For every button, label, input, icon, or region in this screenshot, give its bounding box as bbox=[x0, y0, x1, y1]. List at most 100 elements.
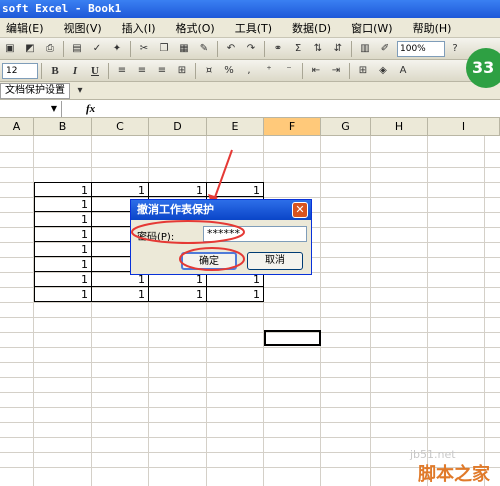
research-icon[interactable]: ✦ bbox=[108, 40, 126, 58]
password-label: 密码(P): bbox=[137, 232, 175, 243]
print-preview-icon[interactable]: ▤ bbox=[68, 40, 86, 58]
chevron-down-icon[interactable]: ▼ bbox=[51, 104, 57, 113]
percent-button[interactable]: % bbox=[220, 62, 238, 80]
gridline bbox=[427, 136, 428, 486]
ok-button[interactable]: 确定 bbox=[181, 252, 237, 270]
fill-color-icon[interactable]: ◈ bbox=[374, 62, 392, 80]
gridline bbox=[0, 362, 500, 363]
paste-icon[interactable]: ▦ bbox=[175, 40, 193, 58]
table-cell[interactable]: 1 bbox=[34, 257, 92, 272]
active-cell[interactable] bbox=[264, 330, 321, 346]
copy-icon[interactable]: ❐ bbox=[155, 40, 173, 58]
sort-ascending-icon[interactable]: ⇅ bbox=[309, 40, 327, 58]
column-header-f[interactable]: F bbox=[264, 118, 321, 136]
table-cell[interactable]: 1 bbox=[34, 287, 92, 302]
window-title: soft Excel - Book1 bbox=[0, 0, 500, 18]
spreadsheet-grid[interactable]: A B C D E F G H I 11111111111111111 bbox=[0, 118, 500, 486]
decrease-indent-icon[interactable]: ⇤ bbox=[307, 62, 325, 80]
toolbar-separator bbox=[349, 62, 350, 79]
autosum-icon[interactable]: Σ bbox=[289, 40, 307, 58]
comma-style-icon[interactable]: , bbox=[240, 62, 258, 80]
menu-insert[interactable]: 插入(I) bbox=[112, 20, 166, 36]
close-icon[interactable]: ✕ bbox=[292, 202, 308, 218]
password-input[interactable]: ****** bbox=[203, 226, 307, 242]
table-cell[interactable]: 1 bbox=[34, 227, 92, 242]
hyperlink-icon[interactable]: ⚭ bbox=[269, 40, 287, 58]
gridline bbox=[0, 332, 500, 333]
table-cell[interactable]: 1 bbox=[92, 287, 149, 302]
protection-toolbar: 文档保护设置 ▾ bbox=[0, 82, 500, 100]
spelling-icon[interactable]: ✓ bbox=[88, 40, 106, 58]
toolbar-separator bbox=[264, 40, 265, 57]
gridline bbox=[484, 136, 485, 486]
column-header-d[interactable]: D bbox=[149, 118, 207, 136]
table-cell[interactable]: 1 bbox=[207, 182, 264, 197]
column-header-h[interactable]: H bbox=[371, 118, 428, 136]
help-icon[interactable]: ? bbox=[446, 40, 464, 58]
borders-icon[interactable]: ⊞ bbox=[354, 62, 372, 80]
table-cell[interactable]: 1 bbox=[149, 287, 207, 302]
column-header-b[interactable]: B bbox=[34, 118, 92, 136]
table-cell[interactable]: 1 bbox=[34, 242, 92, 257]
font-color-icon[interactable]: A bbox=[394, 62, 412, 80]
table-cell[interactable]: 1 bbox=[149, 182, 207, 197]
decrease-decimal-icon[interactable]: ⁻ bbox=[280, 62, 298, 80]
italic-button[interactable]: I bbox=[66, 62, 84, 80]
unprotect-sheet-dialog: 撤消工作表保护 ✕ 密码(P): ****** 确定 取消 bbox=[130, 199, 312, 275]
gridline bbox=[0, 407, 500, 408]
table-cell[interactable]: 1 bbox=[34, 197, 92, 212]
name-box[interactable]: ▼ bbox=[0, 100, 62, 117]
bold-button[interactable]: B bbox=[46, 62, 64, 80]
drawing-icon[interactable]: ✐ bbox=[376, 40, 394, 58]
font-size-select[interactable]: 12 bbox=[2, 62, 38, 79]
menu-view[interactable]: 视图(V) bbox=[54, 20, 112, 36]
menu-format[interactable]: 格式(O) bbox=[165, 20, 224, 36]
permission-icon[interactable]: ◩ bbox=[21, 40, 39, 58]
gridline bbox=[0, 347, 500, 348]
increase-indent-icon[interactable]: ⇥ bbox=[327, 62, 345, 80]
protect-settings-button[interactable]: 文档保护设置 bbox=[0, 82, 70, 99]
save-icon[interactable]: ▣ bbox=[1, 40, 19, 58]
function-icon[interactable]: fx bbox=[86, 103, 95, 115]
menu-bar: 编辑(E) 视图(V) 插入(I) 格式(O) 工具(T) 数据(D) 窗口(W… bbox=[0, 18, 500, 38]
print-icon[interactable]: ⎙ bbox=[41, 40, 59, 58]
chart-icon[interactable]: ▥ bbox=[356, 40, 374, 58]
cut-icon[interactable]: ✂ bbox=[135, 40, 153, 58]
undo-icon[interactable]: ↶ bbox=[222, 40, 240, 58]
toolbar-separator bbox=[195, 62, 196, 79]
align-right-icon[interactable]: ≡ bbox=[153, 62, 171, 80]
menu-tools[interactable]: 工具(T) bbox=[225, 20, 282, 36]
dialog-title-text: 撤消工作表保护 bbox=[137, 203, 214, 216]
dialog-title: 撤消工作表保护 ✕ bbox=[131, 200, 311, 220]
gridline bbox=[0, 167, 500, 168]
toolbar-options-icon[interactable]: ▾ bbox=[71, 82, 89, 100]
menu-window[interactable]: 窗口(W) bbox=[341, 20, 402, 36]
menu-data[interactable]: 数据(D) bbox=[282, 20, 341, 36]
table-cell[interactable]: 1 bbox=[207, 287, 264, 302]
cancel-button[interactable]: 取消 bbox=[247, 252, 303, 270]
zoom-select[interactable]: 100% bbox=[397, 40, 445, 57]
format-painter-icon[interactable]: ✎ bbox=[195, 40, 213, 58]
column-header-c[interactable]: C bbox=[92, 118, 149, 136]
align-left-icon[interactable]: ≡ bbox=[113, 62, 131, 80]
menu-edit[interactable]: 编辑(E) bbox=[0, 20, 54, 36]
toolbar-separator bbox=[351, 40, 352, 57]
table-cell[interactable]: 1 bbox=[34, 182, 92, 197]
table-cell[interactable]: 1 bbox=[34, 212, 92, 227]
standard-toolbar: ▣ ◩ ⎙ ▤ ✓ ✦ ✂ ❐ ▦ ✎ ↶ ↷ ⚭ Σ ⇅ ⇵ ▥ ✐ 100%… bbox=[0, 38, 500, 60]
currency-icon[interactable]: ¤ bbox=[200, 62, 218, 80]
column-header-a[interactable]: A bbox=[0, 118, 34, 136]
align-center-icon[interactable]: ≡ bbox=[133, 62, 151, 80]
table-cell[interactable]: 1 bbox=[34, 272, 92, 287]
column-header-g[interactable]: G bbox=[321, 118, 371, 136]
column-header-e[interactable]: E bbox=[207, 118, 264, 136]
toolbar-separator bbox=[217, 40, 218, 57]
table-cell[interactable]: 1 bbox=[92, 182, 149, 197]
merge-center-icon[interactable]: ⊞ bbox=[173, 62, 191, 80]
redo-icon[interactable]: ↷ bbox=[242, 40, 260, 58]
increase-decimal-icon[interactable]: ⁺ bbox=[260, 62, 278, 80]
menu-help[interactable]: 帮助(H) bbox=[403, 20, 462, 36]
sort-descending-icon[interactable]: ⇵ bbox=[329, 40, 347, 58]
underline-button[interactable]: U bbox=[86, 62, 104, 80]
column-header-i[interactable]: I bbox=[428, 118, 500, 136]
